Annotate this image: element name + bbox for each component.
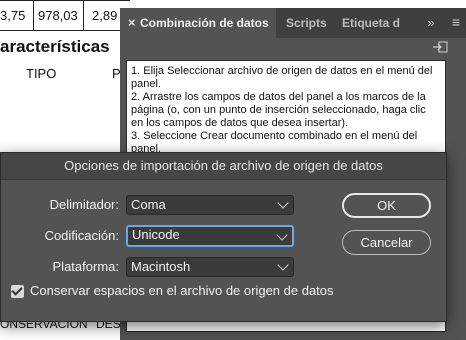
table-cell: 978,03 [38, 8, 78, 23]
table-border-bottom [0, 30, 130, 31]
table-divider [83, 0, 84, 30]
instruction-step-1: 1. Elija Seleccionar archivo de origen d… [131, 65, 433, 90]
encoding-select[interactable]: Unicode [126, 225, 294, 247]
preserve-spaces-label[interactable]: Conservar espacios en el archivo de orig… [30, 283, 334, 298]
table-border-top [0, 0, 130, 1]
platform-value: Macintosh [131, 259, 191, 274]
panel-tab-bar: × Combinación de datos Scripts Etiqueta … [120, 8, 466, 38]
chevron-down-icon [276, 229, 288, 241]
platform-label: Plataforma: [52, 259, 119, 274]
ok-button[interactable]: OK [342, 193, 431, 218]
delimiter-select[interactable]: Coma [126, 195, 294, 215]
encoding-label: Codificación: [44, 228, 119, 243]
table-divider [33, 0, 34, 30]
import-icon[interactable] [432, 41, 448, 55]
preserve-spaces-checkbox[interactable] [11, 284, 24, 298]
delimiter-value: Coma [131, 197, 166, 212]
more-tabs-icon[interactable]: » [420, 8, 442, 38]
cancel-button[interactable]: Cancelar [342, 230, 431, 255]
dialog-title: Opciones de importación de archivo de or… [1, 153, 446, 180]
chevron-down-icon [277, 197, 289, 209]
column-header-tipo: TIPO [26, 66, 57, 81]
panel-menu-icon[interactable]: ≡ [446, 8, 466, 38]
platform-select[interactable]: Macintosh [126, 257, 294, 277]
close-icon[interactable]: × [128, 8, 136, 38]
checkmark-icon [11, 284, 23, 296]
tab-label: Combinación de datos [140, 16, 269, 30]
table-cell: 2,89 [92, 8, 118, 23]
delimiter-label: Delimitador: [49, 197, 119, 212]
import-options-dialog: Opciones de importación de archivo de or… [0, 152, 447, 322]
encoding-value: Unicode [132, 227, 180, 242]
instruction-step-2: 2. Arrastre los campos de datos del pane… [131, 91, 426, 129]
tab-combinacion-de-datos[interactable]: × Combinación de datos [120, 8, 276, 38]
tab-etiqueta[interactable]: Etiqueta d [342, 8, 416, 38]
chevron-down-icon [277, 259, 289, 271]
table-cell: 3,75 [0, 8, 26, 23]
tab-scripts[interactable]: Scripts [286, 8, 336, 38]
section-title: aracterísticas [0, 37, 110, 56]
